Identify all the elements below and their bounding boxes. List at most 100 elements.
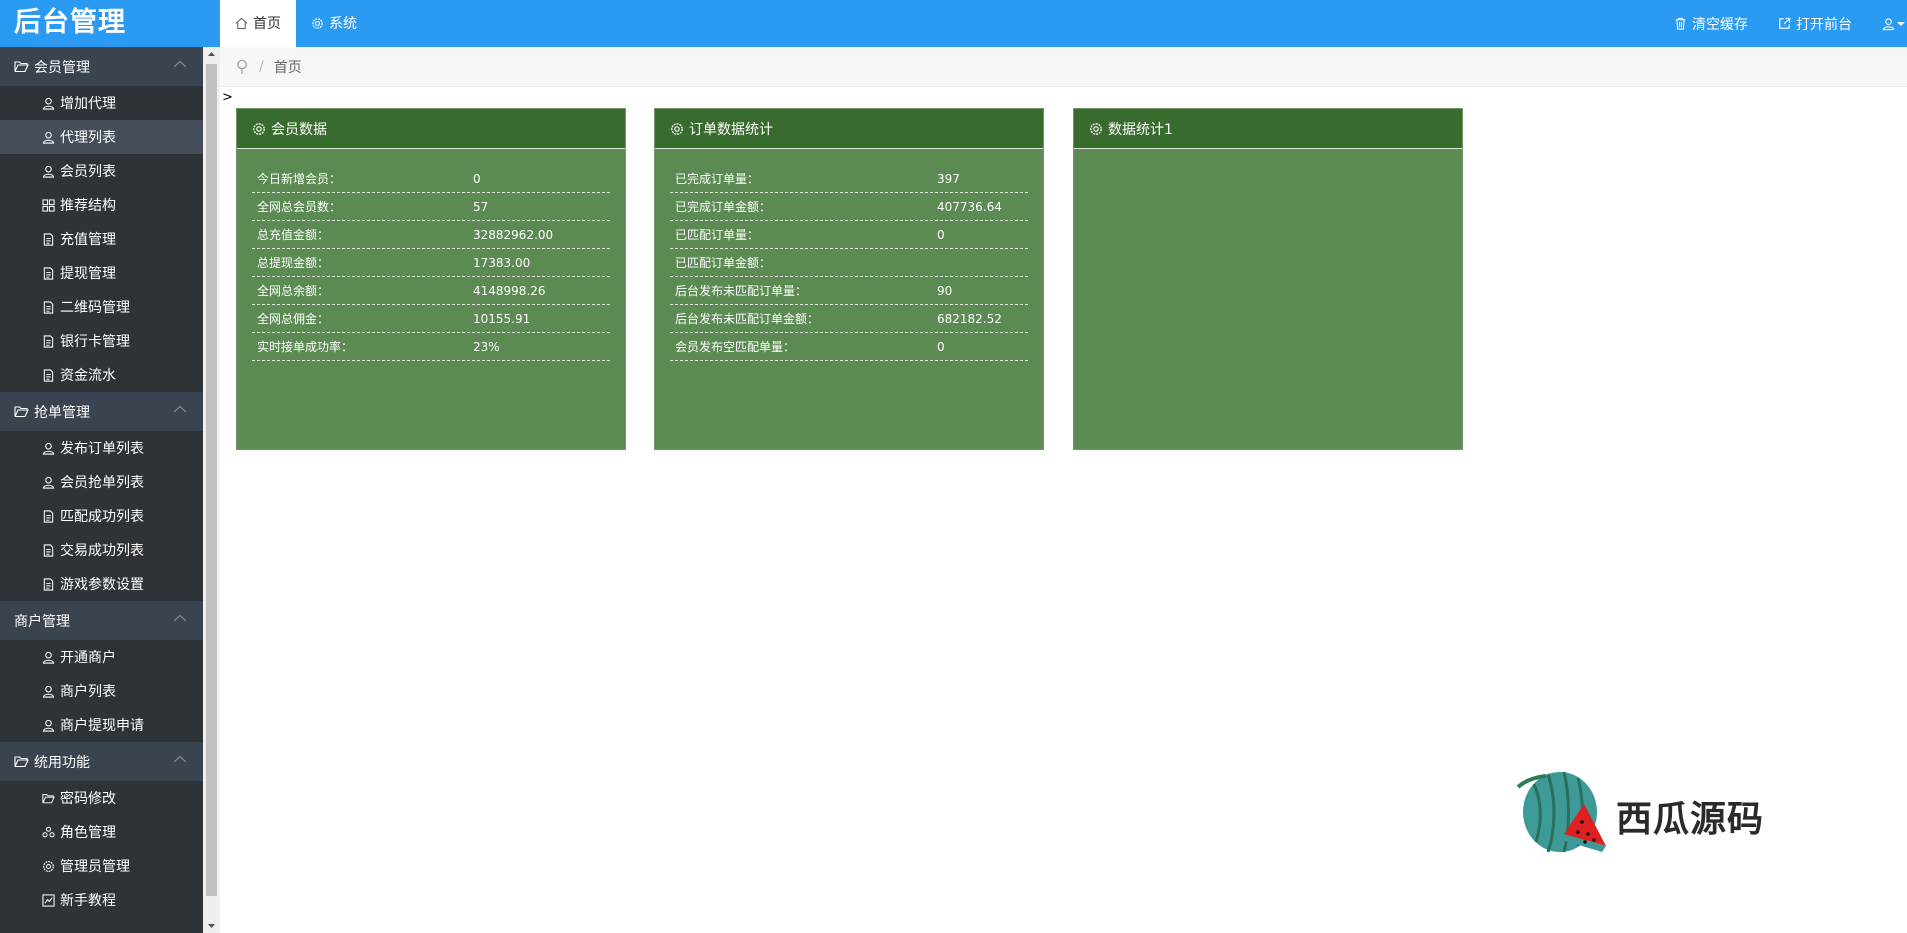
sidebar: 会员管理增加代理代理列表会员列表推荐结构充值管理提现管理 二维码管理 银行卡管理 资金… (0, 47, 203, 933)
sidebar-item-label: 会员抢单列表 (60, 475, 144, 491)
app-title[interactable]: 后台管理 (0, 0, 220, 47)
stat-value: 0 (473, 171, 481, 186)
stat-row: 今日新增会员： 0 (252, 165, 610, 193)
sidebar-item-members-7[interactable]: 银行卡管理 (0, 324, 203, 358)
stat-label: 今日新增会员： (257, 172, 342, 186)
stat-value: 10155.91 (473, 311, 531, 326)
sidebar-group-members[interactable]: 会员管理 (0, 47, 203, 86)
user-menu-button[interactable] (1882, 17, 1907, 31)
gear-icon (1090, 122, 1102, 135)
card-title: 订单数据统计 (689, 121, 773, 138)
stat-value: 4148998.26 (473, 283, 546, 298)
chart-icon (42, 893, 55, 907)
sidebar-item-label: 游戏参数设置 (60, 577, 144, 593)
sidebar-item-orders-0[interactable]: 发布订单列表 (0, 431, 203, 465)
sidebar-item-common-3[interactable]: 新手教程 (0, 883, 203, 917)
user-icon (42, 442, 55, 455)
stat-row: 已完成订单金额： 407736.64 (670, 193, 1028, 221)
sidebar-group-orders[interactable]: 抢单管理 (0, 392, 203, 431)
gear-icon (43, 860, 54, 872)
sidebar-item-label: 增加代理 (60, 96, 116, 112)
card-header: 数据统计1 (1074, 109, 1462, 149)
stat-value: 32882962.00 (473, 227, 554, 242)
chevron-up-icon (173, 755, 187, 763)
breadcrumb-separator: / (259, 58, 264, 75)
trash-icon (1675, 17, 1686, 30)
sidebar-group-label: 抢单管理 (34, 404, 90, 421)
stat-row: 会员发布空匹配单量： 0 (670, 333, 1028, 361)
stray-text: > (222, 90, 233, 105)
folder-open-icon (14, 406, 29, 418)
sidebar-item-members-0[interactable]: 增加代理 (0, 86, 203, 120)
stat-row: 总充值金额： 32882962.00 (252, 221, 610, 249)
sidebar-item-common-0[interactable]: 密码修改 (0, 781, 203, 815)
chevron-up-icon (173, 614, 187, 622)
document-icon (43, 232, 54, 246)
scroll-down-arrow-icon[interactable] (203, 919, 220, 933)
stat-value: 682182.52 (937, 311, 1002, 326)
stat-row: 已完成订单量： 397 (670, 165, 1028, 193)
sidebar-item-orders-1[interactable]: 会员抢单列表 (0, 465, 203, 499)
open-front-label: 打开前台 (1796, 16, 1852, 33)
sidebar-item-label: 充值管理 (60, 232, 116, 248)
document-icon (43, 577, 54, 591)
chevron-up-icon (173, 60, 187, 68)
sidebar-item-common-1[interactable]: 角色管理 (0, 815, 203, 849)
sidebar-item-members-6[interactable]: 二维码管理 (0, 290, 203, 324)
sidebar-item-label: 管理员管理 (60, 859, 130, 875)
stat-value: 407736.64 (937, 199, 1002, 214)
sidebar-item-members-5[interactable]: 提现管理 (0, 256, 203, 290)
stat-label: 全网总余额： (257, 284, 330, 298)
breadcrumb-current[interactable]: 首页 (274, 57, 302, 77)
tab-system[interactable]: 系统 (296, 0, 372, 47)
stat-row: 后台发布未匹配订单金额： 682182.52 (670, 305, 1028, 333)
sidebar-group-merchants[interactable]: 商户管理 (0, 601, 203, 640)
stat-row: 已匹配订单量： 0 (670, 221, 1028, 249)
tab-home-label: 首页 (253, 15, 281, 32)
tab-home[interactable]: 首页 (220, 0, 296, 47)
sidebar-item-orders-2[interactable]: 匹配成功列表 (0, 499, 203, 533)
stat-label: 后台发布未匹配订单金额： (675, 312, 820, 326)
stat-value: 23% (473, 339, 500, 354)
sidebar-item-common-2[interactable]: 管理员管理 (0, 849, 203, 883)
tab-system-label: 系统 (329, 15, 357, 32)
user-icon (42, 97, 55, 110)
top-bar: 后台管理 首页 系统 清空缓存 打开前台 (0, 0, 1907, 47)
sidebar-item-merchants-1[interactable]: 商户列表 (0, 674, 203, 708)
stat-label: 已完成订单金额： (675, 200, 772, 214)
sidebar-item-members-2[interactable]: 会员列表 (0, 154, 203, 188)
sidebar-item-merchants-2[interactable]: 商户提现申请 (0, 708, 203, 742)
sidebar-item-label: 会员列表 (60, 164, 116, 180)
sidebar-item-label: 开通商户 (60, 650, 116, 666)
sidebar-item-orders-3[interactable]: 交易成功列表 (0, 533, 203, 567)
sidebar-item-label: 代理列表 (60, 130, 116, 146)
watermark-text: 西瓜源码 (1616, 799, 1765, 840)
sidebar-scrollbar[interactable] (203, 47, 220, 933)
clear-cache-button[interactable]: 清空缓存 (1674, 14, 1748, 34)
sidebar-item-members-4[interactable]: 充值管理 (0, 222, 203, 256)
stat-row: 已匹配订单金额： (670, 249, 1028, 277)
caret-down-icon (1897, 21, 1905, 26)
sidebar-item-label: 角色管理 (60, 825, 116, 841)
sidebar-item-label: 推荐结构 (60, 198, 116, 214)
card-title: 会员数据 (271, 121, 327, 138)
sidebar-item-members-3[interactable]: 推荐结构 (0, 188, 203, 222)
clear-cache-label: 清空缓存 (1692, 16, 1748, 33)
stat-label: 总提现金额： (257, 256, 330, 270)
scroll-up-arrow-icon[interactable] (203, 47, 220, 61)
stats-card-1: 订单数据统计已完成订单量： 397 已完成订单金额： 407736.64 已匹配订单量：… (654, 108, 1044, 450)
sidebar-item-orders-4[interactable]: 游戏参数设置 (0, 567, 203, 601)
users-icon (42, 826, 55, 837)
sidebar-item-members-1[interactable]: 代理列表 (0, 120, 203, 154)
sidebar-item-members-8[interactable]: 资金流水 (0, 358, 203, 392)
sidebar-group-common[interactable]: 统用功能 (0, 742, 203, 781)
stat-row: 总提现金额： 17383.00 (252, 249, 610, 277)
card-title: 数据统计1 (1108, 121, 1173, 138)
open-front-button[interactable]: 打开前台 (1778, 14, 1852, 34)
user-icon (42, 685, 55, 698)
user-icon (42, 165, 55, 178)
sidebar-item-merchants-0[interactable]: 开通商户 (0, 640, 203, 674)
scroll-thumb[interactable] (206, 64, 217, 896)
user-icon (42, 651, 55, 664)
stats-card-2: 数据统计1 (1073, 108, 1463, 450)
